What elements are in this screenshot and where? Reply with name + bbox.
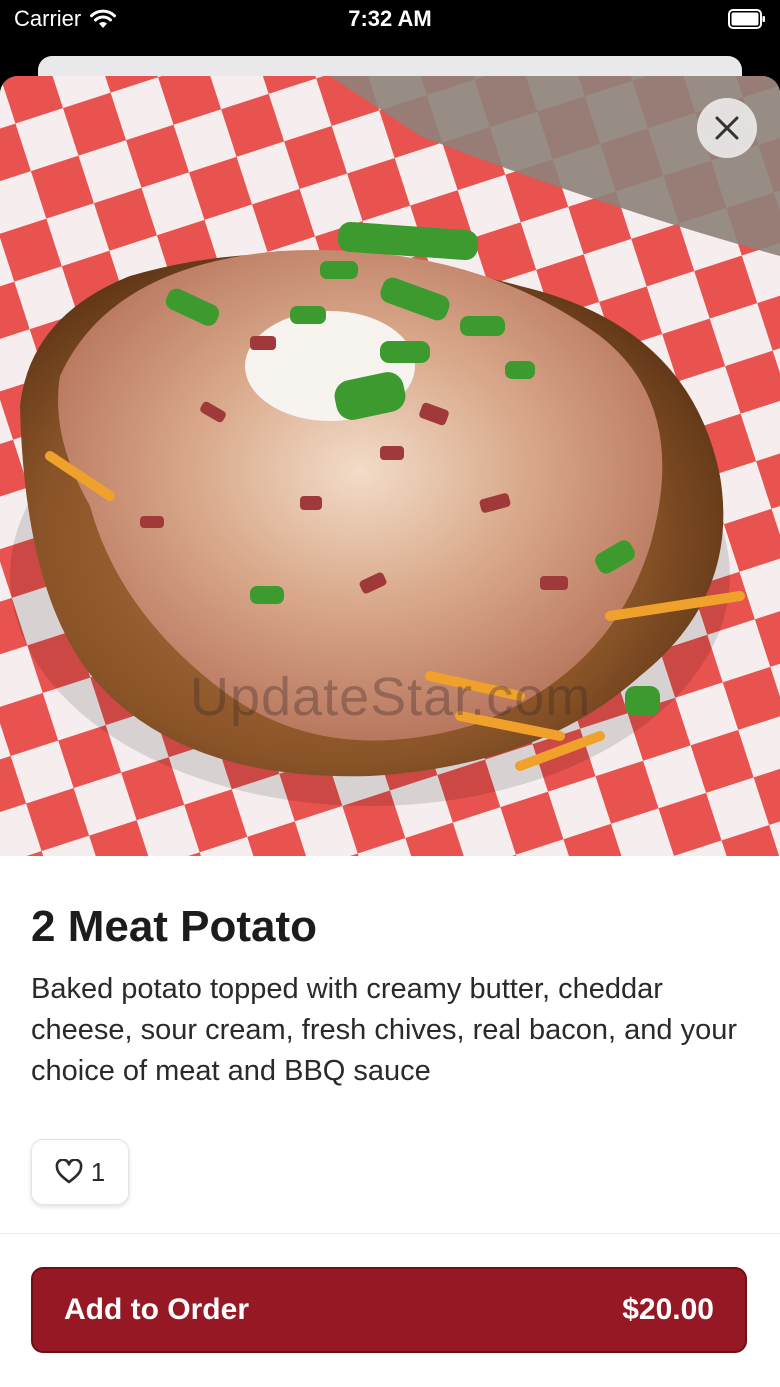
like-button[interactable]: 1 xyxy=(31,1139,129,1205)
status-bar: Carrier 7:32 AM xyxy=(0,0,780,44)
add-to-order-button[interactable]: Add to Order $20.00 xyxy=(31,1267,747,1353)
close-button[interactable] xyxy=(697,98,757,158)
item-description: Baked potato topped with creamy butter, … xyxy=(31,973,738,1087)
screen: Carrier 7:32 AM UpdateStar.com 2 Meat Po… xyxy=(0,0,780,1387)
battery-icon xyxy=(728,9,765,29)
order-price: $20.00 xyxy=(622,1293,714,1326)
item-photo: UpdateStar.com xyxy=(0,76,780,856)
footer-divider xyxy=(0,1233,780,1234)
watermark: UpdateStar.com xyxy=(190,667,592,727)
item-detail-sheet: UpdateStar.com 2 Meat Potato Baked potat… xyxy=(0,76,780,1387)
close-icon xyxy=(715,116,739,140)
like-count: 1 xyxy=(90,1156,106,1187)
add-to-order-label: Add to Order xyxy=(64,1293,249,1326)
item-title: 2 Meat Potato xyxy=(31,902,318,951)
status-time: 7:32 AM xyxy=(348,6,432,31)
baked-potato-image xyxy=(0,76,780,856)
heart-icon xyxy=(55,1159,83,1184)
